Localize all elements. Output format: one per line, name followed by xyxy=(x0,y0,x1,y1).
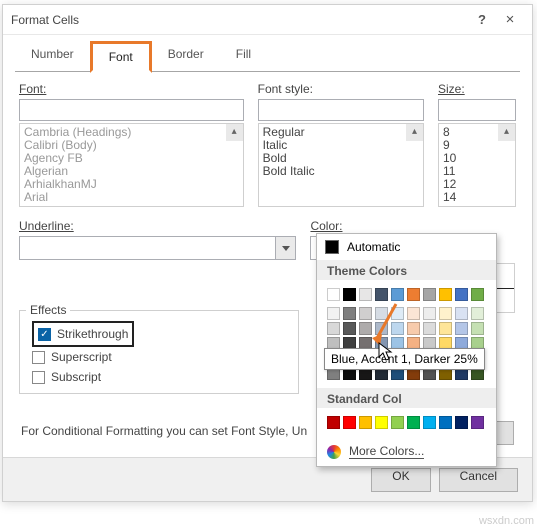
color-swatch[interactable] xyxy=(343,307,356,320)
color-swatch[interactable] xyxy=(471,288,484,301)
color-swatch[interactable] xyxy=(343,416,356,429)
underline-value xyxy=(20,237,275,259)
color-swatch[interactable] xyxy=(327,307,340,320)
checkbox-label: Strikethrough xyxy=(57,327,128,341)
tab-font[interactable]: Font xyxy=(90,41,152,73)
color-swatch[interactable] xyxy=(423,322,436,335)
color-swatch[interactable] xyxy=(439,307,452,320)
theme-colors-grid xyxy=(317,280,496,388)
color-swatch[interactable] xyxy=(423,416,436,429)
scroll-up-icon[interactable]: ▴ xyxy=(406,124,423,141)
effects-group: Effects ✓ Strikethrough Superscript Subs… xyxy=(19,310,299,394)
list-item[interactable]: 14 xyxy=(443,191,511,204)
size-input[interactable] xyxy=(438,99,516,121)
font-label: Font: xyxy=(19,82,244,96)
automatic-option[interactable]: Automatic xyxy=(317,234,496,260)
color-swatch[interactable] xyxy=(407,416,420,429)
size-label: Size: xyxy=(438,82,516,96)
checkbox-label: Subscript xyxy=(51,370,101,384)
checkbox-icon xyxy=(32,371,45,384)
chevron-down-icon[interactable] xyxy=(275,237,295,259)
color-swatch[interactable] xyxy=(407,288,420,301)
tab-border[interactable]: Border xyxy=(152,41,220,71)
titlebar: Format Cells ? × xyxy=(3,5,532,35)
content-area: Font: ▴ Cambria (Headings) Calibri (Body… xyxy=(3,72,532,217)
color-swatch[interactable] xyxy=(359,416,372,429)
color-swatch[interactable] xyxy=(471,307,484,320)
font-style-input[interactable] xyxy=(258,99,424,121)
more-colors-option[interactable]: More Colors... xyxy=(317,437,496,466)
color-wheel-icon xyxy=(327,445,341,459)
color-swatch[interactable] xyxy=(391,416,404,429)
automatic-label: Automatic xyxy=(347,240,400,254)
scroll-up-icon[interactable]: ▴ xyxy=(498,124,515,141)
color-swatch[interactable] xyxy=(407,322,420,335)
theme-colors-header: Theme Colors xyxy=(317,260,496,280)
dialog-title: Format Cells xyxy=(11,13,468,27)
tab-number[interactable]: Number xyxy=(15,41,90,71)
list-item[interactable]: Bold Italic xyxy=(263,165,419,178)
tab-fill[interactable]: Fill xyxy=(220,41,267,71)
auto-swatch xyxy=(325,240,339,254)
underline-combo[interactable] xyxy=(19,236,296,260)
watermark: wsxdn.com xyxy=(479,515,534,527)
scroll-up-icon[interactable]: ▴ xyxy=(226,124,243,141)
color-swatch[interactable] xyxy=(471,416,484,429)
color-swatch[interactable] xyxy=(407,307,420,320)
checkbox-icon: ✓ xyxy=(38,328,51,341)
font-style-label: Font style: xyxy=(258,82,424,96)
color-swatch[interactable] xyxy=(327,288,340,301)
color-swatch[interactable] xyxy=(439,416,452,429)
list-item[interactable]: ArhialkhanMJ xyxy=(24,178,239,191)
font-list[interactable]: ▴ Cambria (Headings) Calibri (Body) Agen… xyxy=(19,123,244,207)
color-swatch[interactable] xyxy=(343,288,356,301)
checkbox-label: Superscript xyxy=(51,350,112,364)
color-swatch[interactable] xyxy=(439,322,452,335)
standard-colors-header: Standard Col xyxy=(317,388,496,408)
close-icon[interactable]: × xyxy=(496,11,524,28)
size-list[interactable]: ▴ 8 9 10 11 12 14 xyxy=(438,123,516,207)
color-swatch[interactable] xyxy=(327,322,340,335)
color-swatch[interactable] xyxy=(471,322,484,335)
font-style-list[interactable]: ▴ Regular Italic Bold Bold Italic xyxy=(258,123,424,207)
color-swatch[interactable] xyxy=(455,322,468,335)
color-swatch[interactable] xyxy=(455,288,468,301)
subscript-checkbox[interactable]: Subscript xyxy=(32,367,286,387)
checkbox-icon xyxy=(32,351,45,364)
color-swatch[interactable] xyxy=(423,288,436,301)
font-input[interactable] xyxy=(19,99,244,121)
effects-title: Effects xyxy=(26,303,70,317)
color-swatch[interactable] xyxy=(439,288,452,301)
color-swatch[interactable] xyxy=(327,416,340,429)
color-swatch[interactable] xyxy=(375,416,388,429)
color-swatch[interactable] xyxy=(343,322,356,335)
cancel-button[interactable]: Cancel xyxy=(439,468,518,492)
mouse-cursor-icon xyxy=(378,342,396,362)
color-swatch[interactable] xyxy=(455,307,468,320)
underline-label: Underline: xyxy=(19,219,296,233)
ok-button[interactable]: OK xyxy=(371,468,430,492)
standard-colors-grid xyxy=(317,408,496,437)
help-icon[interactable]: ? xyxy=(468,12,496,27)
more-colors-label: More Colors... xyxy=(349,444,424,459)
superscript-checkbox[interactable]: Superscript xyxy=(32,347,286,367)
color-swatch[interactable] xyxy=(455,416,468,429)
tab-strip: Number Font Border Fill xyxy=(15,41,520,72)
color-swatch[interactable] xyxy=(423,307,436,320)
strikethrough-checkbox[interactable]: ✓ Strikethrough xyxy=(32,321,134,347)
list-item[interactable]: Arial xyxy=(24,191,239,204)
color-label: Color: xyxy=(310,219,516,233)
